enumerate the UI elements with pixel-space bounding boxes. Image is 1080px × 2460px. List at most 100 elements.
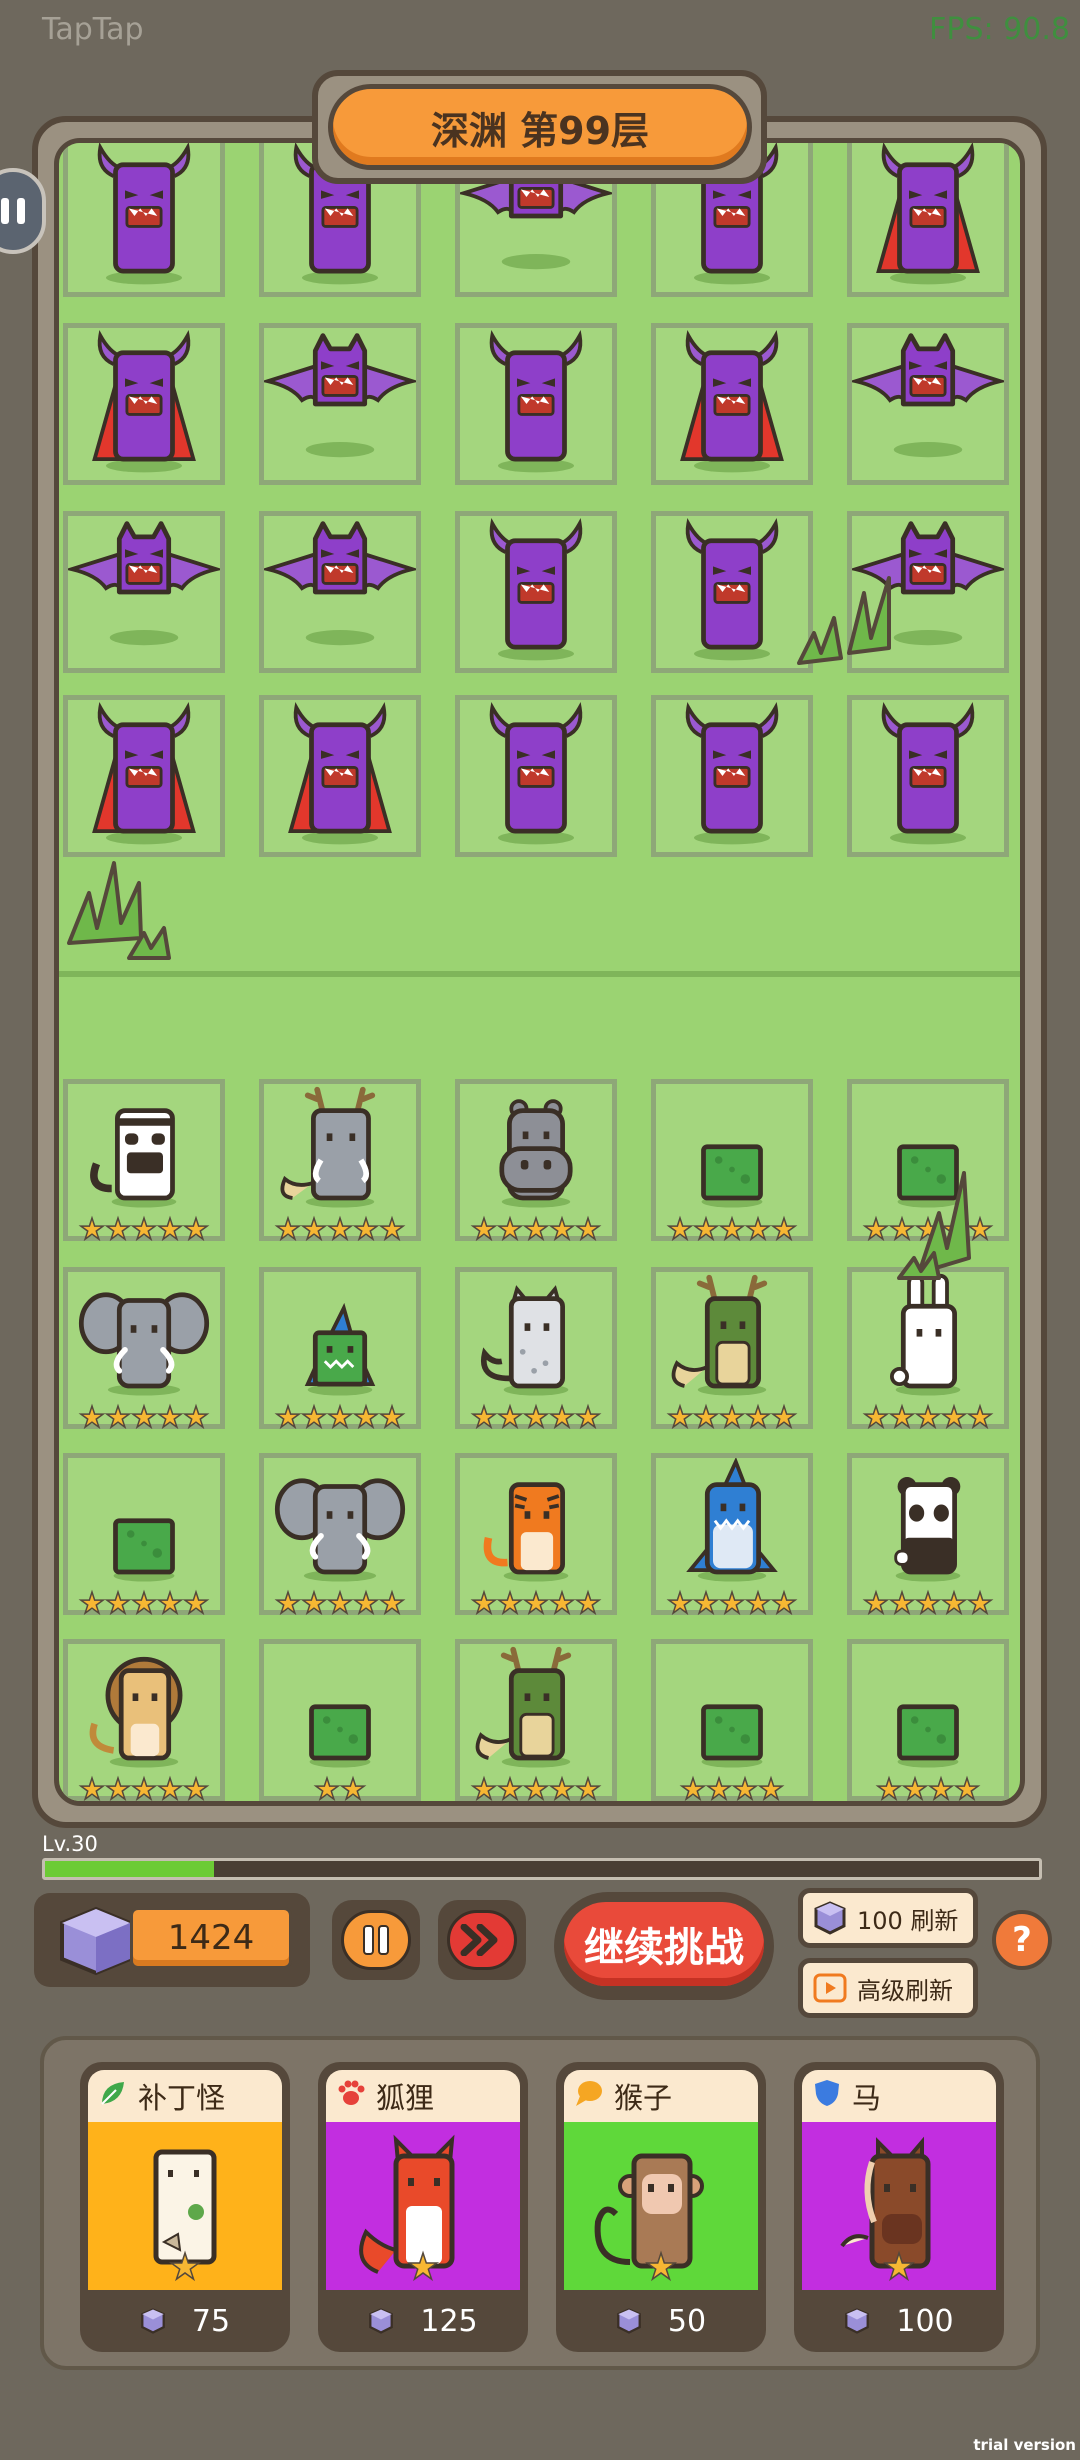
xp-progress-bar [42,1858,1042,1880]
bat-enemy [64,516,224,668]
star-icon: ★ [966,1400,994,1434]
gem-cube-icon [617,2308,641,2334]
shop-card[interactable]: 狐狸 ★ 125 [318,2062,528,2352]
continue-challenge-label: 继续挑战 [564,1902,764,1986]
team-slot[interactable]: ★★★★★ [455,1079,617,1246]
star-icon: ★ [901,1772,929,1806]
xp-progress-fill [45,1861,214,1877]
star-icon: ★ [352,1212,380,1246]
star-icon: ★ [156,1212,184,1246]
star-icon: ★ [940,1586,968,1620]
enemy-slot [847,323,1009,485]
star-rating: ★★★★★ [460,1212,612,1246]
help-button[interactable]: ? [992,1910,1052,1970]
team-slot[interactable]: ★★★★★ [63,1453,225,1620]
star-icon: ★ [104,1772,132,1806]
team-slot[interactable]: ★★★★★ [847,1267,1009,1434]
bat-enemy [260,328,420,480]
leaf-icon [98,2078,128,2115]
monkey-unit-portrait: ★ [564,2122,758,2290]
star-rating: ★★★★★ [68,1400,220,1434]
star-icon: ★ [78,1212,106,1246]
player-level: Lv.30 [42,1832,98,1856]
team-slot[interactable]: ★★★★★ [651,1453,813,1620]
team-slot[interactable]: ★★★★★ [259,1267,421,1434]
star-icon: ★ [352,1400,380,1434]
shop-card-price-value: 75 [191,2303,231,2339]
star-rating: ★★★★★ [460,1586,612,1620]
star-icon: ★ [548,1772,576,1806]
star-icon: ★ [326,1212,354,1246]
shield-icon [812,2078,842,2115]
star-rating: ★★★★★ [68,1772,220,1806]
refresh-label: 100 刷新 [857,1906,959,1935]
team-slot[interactable]: ★★★★★ [455,1453,617,1620]
star-icon: ★ [378,1400,406,1434]
enemy-slot [63,323,225,485]
star-icon: ★ [574,1212,602,1246]
team-slot[interactable]: ★★★★★ [63,1639,225,1801]
team-slot[interactable]: ★★★★★ [63,1267,225,1434]
star-icon: ★ [718,1586,746,1620]
star-icon: ★ [182,1212,210,1246]
star-icon: ★ [548,1212,576,1246]
star-icon: ★ [378,1586,406,1620]
shop-card[interactable]: 猴子 ★ 50 [556,2062,766,2352]
shop-card-name: 狐狸 [376,2081,435,2115]
team-slot[interactable]: ★★★★★ [259,1453,421,1620]
team-slot[interactable]: ★★★★★ [63,1079,225,1246]
shop-card-price: 75 [80,2290,290,2352]
star-icon: ★ [574,1400,602,1434]
pause-button[interactable] [332,1900,420,1980]
star-rating: ★ ★ [264,1774,416,1801]
star-icon: ★ [300,1586,328,1620]
star-icon: ★ [496,1586,524,1620]
enemy-slot [651,323,813,485]
star-icon: ★ [496,1772,524,1806]
enemy-slot [847,695,1009,857]
refresh-button[interactable]: 100 刷新 [798,1888,978,1948]
star-icon: ★ [182,1400,210,1434]
team-slot[interactable]: ★★★★★ [847,1453,1009,1620]
enemy-slot [455,323,617,485]
shop-card-price-value: 50 [667,2303,707,2339]
star-icon: ★ [78,1400,106,1434]
team-slot[interactable]: ★★★★★ [651,1267,813,1432]
team-slot[interactable]: ★★★★★ [455,1639,617,1801]
star-icon: ★ [692,1586,720,1620]
continue-challenge-button[interactable]: 继续挑战 [554,1892,774,2000]
star-icon: ★ [940,1400,968,1434]
side-pause-button[interactable] [0,168,46,254]
star-icon: ★ [406,2247,440,2288]
star-icon: ★ [130,1586,158,1620]
team-slot[interactable]: ★★★★★ [651,1079,813,1246]
team-slot[interactable]: ★★★★★ [455,1267,617,1434]
enemy-slot [63,143,225,297]
paw-icon [336,2078,366,2115]
star-icon: ★ [470,1586,498,1620]
star-icon: ★ [130,1400,158,1434]
star-icon: ★ [966,1586,994,1620]
shop-card[interactable]: 马 ★ 100 [794,2062,1004,2352]
enemy-slot [651,695,813,857]
advanced-refresh-label: 高级刷新 [857,1976,953,2005]
devil-plain-enemy [68,143,220,292]
team-slot[interactable]: ★ ★ [259,1639,421,1801]
star-icon: ★ [953,1772,981,1806]
star-icon: ★ [692,1212,720,1246]
shop-card[interactable]: 补丁怪 ★ 75 [80,2062,290,2352]
star-icon: ★ [888,1586,916,1620]
gem-cube-icon [369,2308,394,2334]
team-slot[interactable]: ★ ★ ★ ★ [847,1639,1009,1801]
star-icon: ★ [378,1212,406,1246]
fast-forward-button[interactable] [438,1900,526,1980]
star-icon: ★ [522,1212,550,1246]
star-rating: ★★★★★ [264,1400,416,1434]
team-slot[interactable]: ★ ★ ★ ★ [651,1639,813,1801]
shop-card-price-value: 100 [896,2303,954,2339]
star-icon: ★ [156,1772,184,1806]
advanced-refresh-button[interactable]: 高级刷新 [798,1958,978,2018]
team-slot[interactable]: ★★★★★ [259,1079,421,1246]
star-icon: ★ [744,1586,772,1620]
star-rating: ★★★★★ [460,1772,612,1806]
